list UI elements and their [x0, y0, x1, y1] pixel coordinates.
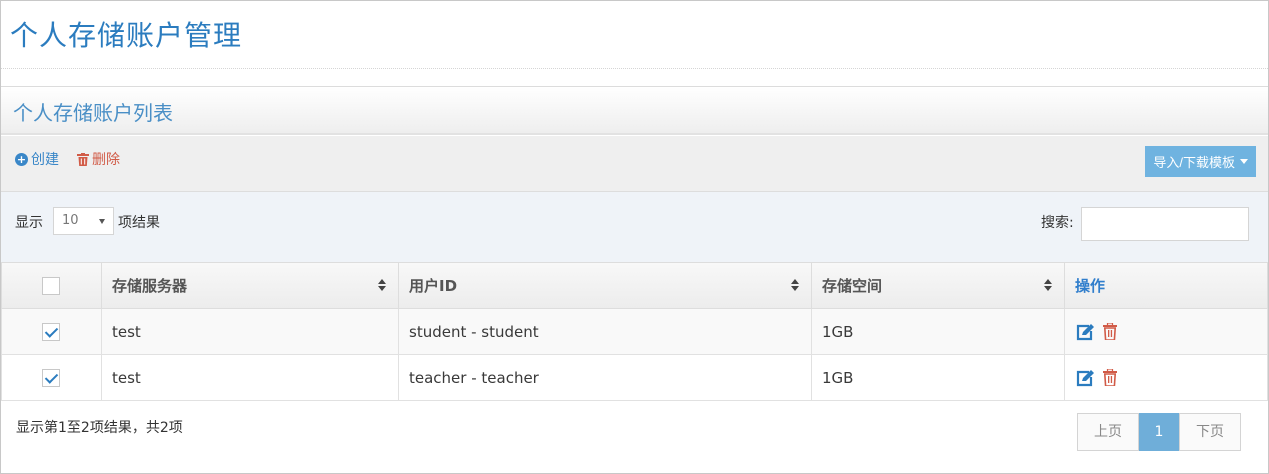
- header-actions: 操作: [1064, 262, 1268, 309]
- search-input[interactable]: [1081, 207, 1249, 241]
- cell-storage: 1GB: [811, 354, 1065, 401]
- chevron-down-icon: [99, 219, 105, 224]
- caret-down-icon: [1240, 159, 1248, 164]
- header-storage-server-label: 存储服务器: [112, 277, 188, 295]
- cell-actions: [1064, 308, 1268, 355]
- cell-server: test: [101, 354, 399, 401]
- accounts-table: 存储服务器 用户ID 存储空间 操作 test student - studen…: [1, 262, 1268, 401]
- header-user-id-label: 用户ID: [409, 277, 458, 295]
- import-label: 导入/下载模板: [1153, 155, 1235, 170]
- trash-icon: [77, 152, 89, 166]
- header-storage-space[interactable]: 存储空间: [811, 262, 1065, 309]
- select-all-cell: [1, 262, 102, 309]
- title-divider: [1, 68, 1268, 69]
- cell-storage: 1GB: [811, 308, 1065, 355]
- list-controls: 显示 10 项结果 搜索:: [1, 192, 1268, 262]
- edit-icon[interactable]: [1075, 323, 1095, 341]
- delete-label: 删除: [92, 152, 120, 168]
- cell-server: test: [101, 308, 399, 355]
- accounts-panel: 个人存储账户列表 + 创建 删除 导入/下载模板 显示 10 项结果 搜索: 存…: [1, 86, 1268, 473]
- table-row: test student - student 1GB: [1, 308, 1268, 355]
- search-label: 搜索:: [1041, 215, 1074, 231]
- page-1-button[interactable]: 1: [1139, 413, 1179, 451]
- table-row: test teacher - teacher 1GB: [1, 354, 1268, 401]
- cell-user-id: teacher - teacher: [398, 354, 812, 401]
- row-checkbox[interactable]: [42, 368, 60, 387]
- sort-icon: [378, 279, 386, 291]
- select-all-checkbox[interactable]: [42, 276, 60, 295]
- create-button[interactable]: + 创建: [15, 149, 59, 169]
- prev-page-button[interactable]: 上页: [1077, 413, 1139, 451]
- toolbar: + 创建 删除 导入/下载模板: [1, 136, 1268, 192]
- import-download-template-button[interactable]: 导入/下载模板: [1145, 146, 1256, 177]
- results-label: 项结果: [118, 215, 160, 231]
- plus-circle-icon: +: [15, 152, 28, 166]
- pagination: 上页 1 下页: [1077, 413, 1241, 451]
- row-select-cell: [1, 308, 102, 355]
- header-storage-server[interactable]: 存储服务器: [101, 262, 399, 309]
- page-size-value: 10: [62, 213, 79, 228]
- table-header-row: 存储服务器 用户ID 存储空间 操作: [1, 262, 1268, 309]
- sort-icon: [791, 279, 799, 291]
- panel-title: 个人存储账户列表: [13, 101, 173, 125]
- delete-button[interactable]: 删除: [77, 149, 120, 169]
- header-storage-space-label: 存储空间: [822, 277, 883, 295]
- row-checkbox[interactable]: [42, 322, 60, 341]
- show-label: 显示: [15, 215, 43, 231]
- next-page-button[interactable]: 下页: [1179, 413, 1241, 451]
- trash-icon[interactable]: [1103, 323, 1117, 340]
- cell-actions: [1064, 354, 1268, 401]
- page-size-select[interactable]: 10: [53, 207, 114, 235]
- trash-icon[interactable]: [1103, 369, 1117, 386]
- create-label: 创建: [31, 152, 59, 168]
- header-user-id[interactable]: 用户ID: [398, 262, 812, 309]
- row-select-cell: [1, 354, 102, 401]
- pagination-info: 显示第1至2项结果，共2项: [16, 420, 183, 436]
- panel-header: 个人存储账户列表: [1, 87, 1268, 135]
- cell-user-id: student - student: [398, 308, 812, 355]
- edit-icon[interactable]: [1075, 369, 1095, 387]
- page-title: 个人存储账户管理: [10, 19, 243, 52]
- sort-icon: [1044, 279, 1052, 291]
